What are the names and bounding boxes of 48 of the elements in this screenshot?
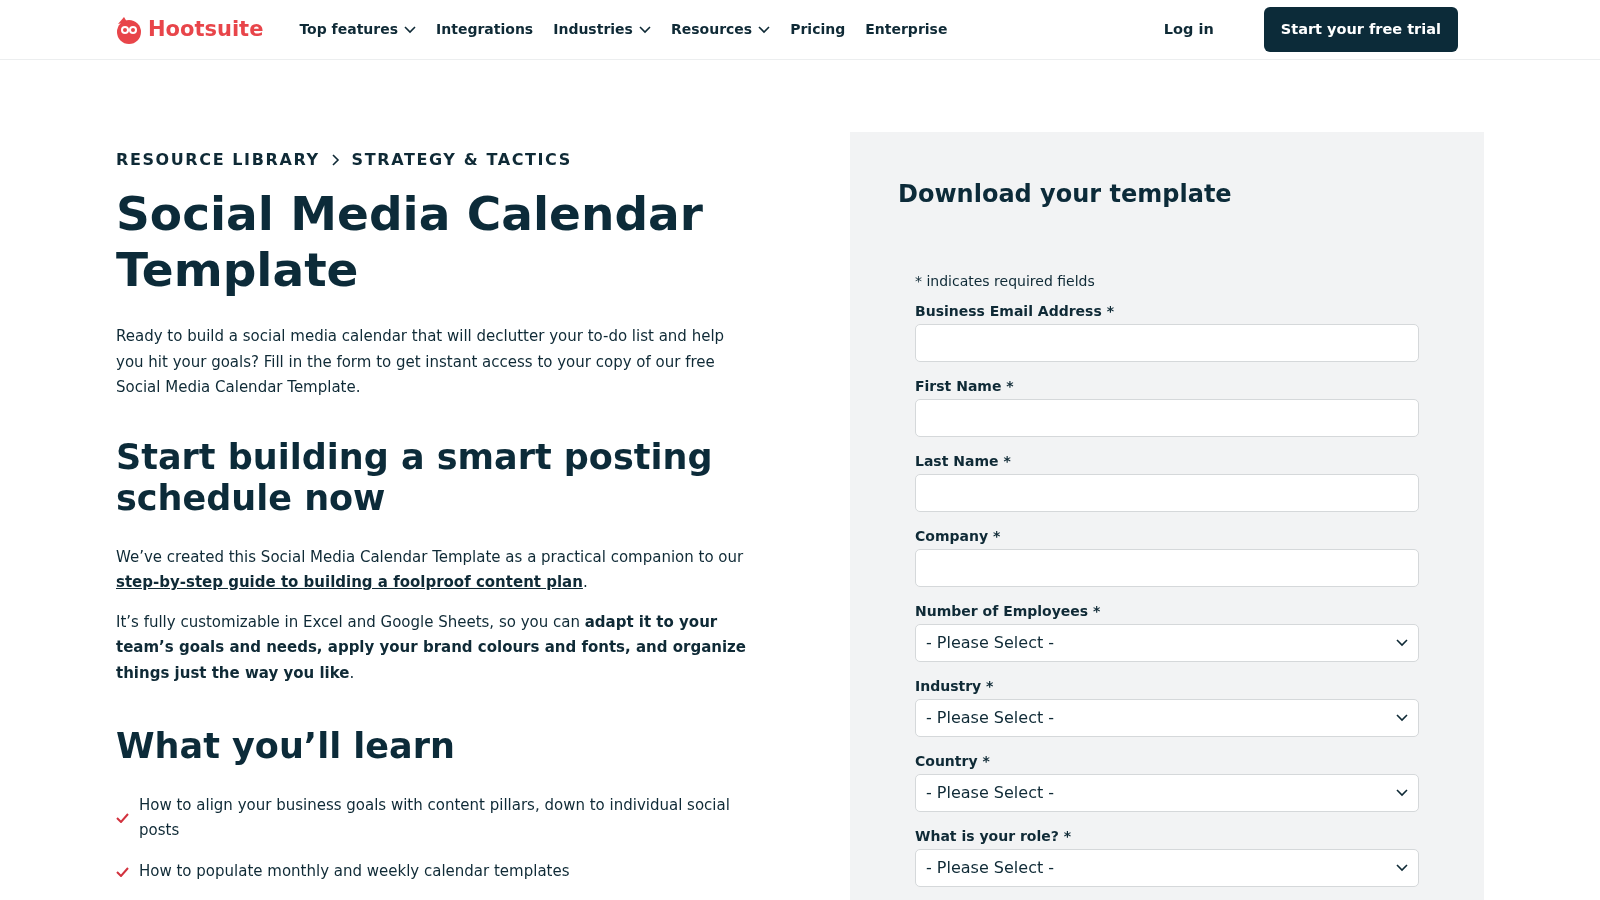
nav-link[interactable]: Pricing (780, 19, 856, 40)
nav-link[interactable]: Enterprise (855, 19, 958, 40)
free-trial-button[interactable]: Start your free trial (1263, 6, 1458, 53)
chevron-down-icon (404, 25, 417, 34)
chevron-down-icon (758, 25, 771, 34)
input-field[interactable] (915, 473, 1419, 512)
nav-link[interactable]: Resources (660, 19, 781, 40)
guide-link[interactable]: step-by-step guide to building a foolproof content plan (116, 573, 583, 591)
checkmark-icon (116, 813, 129, 823)
section-heading: What you’ll learn (116, 726, 456, 767)
page-title: Social Media Calendar Template (116, 186, 704, 298)
breadcrumb-link[interactable]: RESOURCE LIBRARY (116, 148, 320, 172)
chevron-down-icon (1396, 638, 1408, 647)
field-label: Country * (915, 751, 991, 770)
chevron-down-icon (1396, 713, 1408, 722)
field-label: What is your role? * (915, 826, 1073, 845)
input-field[interactable] (915, 323, 1419, 362)
nav-link[interactable]: Industries (543, 19, 661, 40)
list-item-text: How to populate monthly and weekly calendar templates (139, 861, 570, 882)
list-item-text: How to align your business goals with content pillars, down to individual social posts (139, 795, 731, 841)
nav-link[interactable]: Integrations (426, 19, 544, 40)
field-label: Last Name * (915, 451, 1012, 470)
chevron-right-icon (331, 154, 340, 166)
input-field[interactable] (915, 548, 1419, 587)
field-label: Number of Employees * (915, 601, 1102, 620)
intro-paragraph: Ready to build a social media calendar that will declutter your to-do list and help you hit your goals? Fill in the form to get instant access to your copy of our free Social Media Calendar Template. (116, 326, 726, 398)
field-label: Industry * (915, 676, 995, 695)
field-label: Company * (915, 526, 1002, 545)
select-field[interactable]: - Please Select - (915, 848, 1419, 887)
logo[interactable]: Hootsuite (114, 13, 264, 46)
paragraph: It’s fully customizable in Excel and Google Sheets, so you can adapt it to your team’s goals and needs, apply your brand colours and fonts, and organize things just the way you like. (116, 611, 747, 684)
section-heading: Start building a smart posting schedule now (116, 436, 714, 519)
field-label: Business Email Address * (915, 301, 1115, 320)
select-field[interactable]: - Please Select - (915, 623, 1419, 662)
chevron-down-icon (638, 25, 651, 34)
select-field[interactable]: - Please Select - (915, 773, 1419, 812)
required-note: * indicates required fields (915, 271, 1096, 291)
nav-link[interactable]: Top features (289, 19, 427, 40)
breadcrumb-link[interactable]: STRATEGY & TACTICS (351, 148, 572, 172)
input-field[interactable] (915, 398, 1419, 437)
form-title: Download your template (898, 180, 1233, 209)
field-label: First Name * (915, 376, 1015, 395)
select-field[interactable]: - Please Select - (915, 698, 1419, 737)
chevron-down-icon (1396, 863, 1408, 872)
checkmark-icon (116, 866, 129, 877)
login-link[interactable]: Log in (1163, 18, 1214, 41)
chevron-down-icon (1396, 788, 1408, 797)
paragraph: We’ve created this Social Media Calendar Template as a practical companion to our step-by-step guide to building a foolproof content plan. (116, 546, 745, 593)
